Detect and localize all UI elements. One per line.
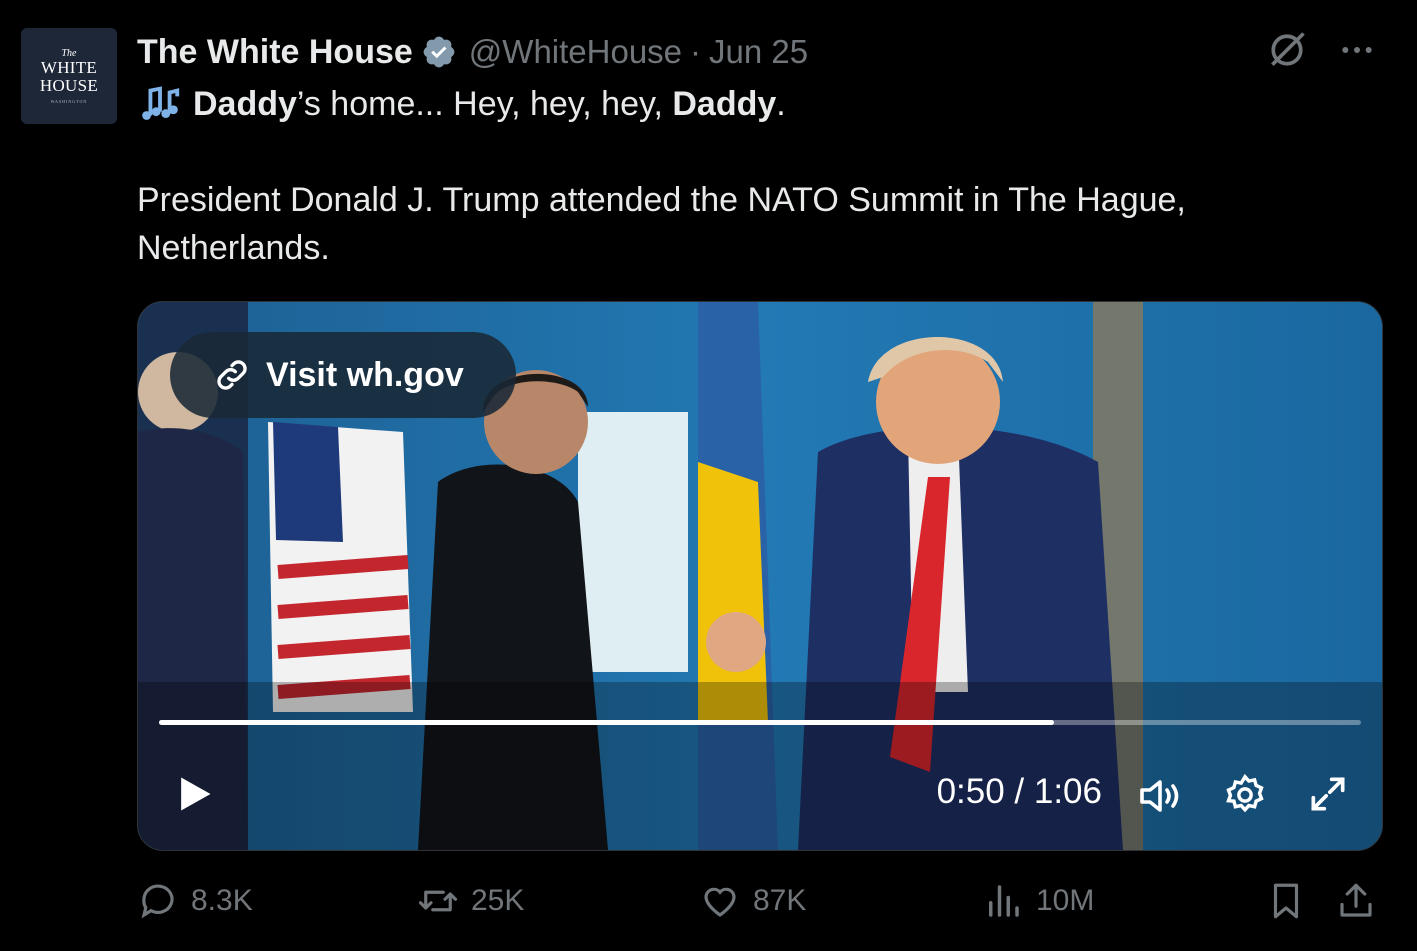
volume-icon[interactable] bbox=[1136, 772, 1184, 820]
link-icon bbox=[217, 360, 247, 390]
settings-gear-icon[interactable] bbox=[1222, 772, 1268, 818]
avatar-the: The bbox=[61, 47, 77, 59]
reply-count: 8.3K bbox=[191, 884, 253, 917]
tweet-bold-daddy-1: Daddy bbox=[193, 85, 297, 123]
verified-badge-icon[interactable] bbox=[421, 34, 457, 70]
tweet-top-actions bbox=[1265, 28, 1377, 72]
views-chart-icon bbox=[989, 885, 1019, 917]
grok-icon[interactable] bbox=[1265, 28, 1309, 72]
heart-icon bbox=[704, 887, 736, 917]
tweet-actions: 8.3K 25K 87K 10M bbox=[137, 880, 1381, 930]
reply-icon bbox=[141, 884, 174, 919]
bookmark-button[interactable] bbox=[1265, 880, 1307, 922]
tweet-line1-middle: ’s home... Hey, hey, hey, bbox=[296, 85, 673, 123]
author-name[interactable]: The White House bbox=[137, 33, 413, 72]
views-button[interactable]: 10M bbox=[982, 880, 1094, 922]
video-time: 0:50 / 1:06 bbox=[936, 772, 1102, 811]
video-player[interactable]: Visit wh.gov 0:50 / 1:06 bbox=[137, 301, 1383, 851]
avatar-house: HOUSE bbox=[39, 75, 99, 95]
visit-link-button[interactable]: Visit wh.gov bbox=[170, 332, 516, 418]
avatar[interactable]: The WHITE HOUSE WASHINGTON bbox=[21, 28, 117, 124]
tweet-text-line1: Daddy’s home... Hey, hey, hey, Daddy. bbox=[137, 80, 786, 128]
views-count: 10M bbox=[1036, 884, 1095, 917]
fullscreen-icon[interactable] bbox=[1306, 772, 1350, 816]
bookmark-icon bbox=[1273, 883, 1299, 919]
tweet-line1-end: . bbox=[776, 85, 786, 123]
visit-link-label: Visit wh.gov bbox=[266, 355, 464, 394]
author-handle[interactable]: @WhiteHouse bbox=[469, 33, 682, 71]
video-progress-bar[interactable] bbox=[159, 720, 1361, 725]
like-count: 87K bbox=[753, 884, 807, 917]
music-notes-icon bbox=[142, 86, 180, 120]
video-progress-fill bbox=[159, 720, 1055, 725]
retweet-count: 25K bbox=[471, 884, 525, 917]
avatar-white: WHITE bbox=[40, 57, 98, 77]
share-icon bbox=[1340, 883, 1372, 917]
avatar-washington: WASHINGTON bbox=[50, 98, 88, 104]
retweet-icon bbox=[418, 890, 458, 912]
play-icon[interactable] bbox=[172, 772, 216, 816]
retweet-button[interactable]: 25K bbox=[417, 880, 524, 922]
share-button[interactable] bbox=[1335, 880, 1377, 922]
like-button[interactable]: 87K bbox=[699, 880, 806, 922]
reply-button[interactable]: 8.3K bbox=[137, 880, 253, 922]
more-icon[interactable] bbox=[1337, 30, 1377, 70]
separator-dot: · bbox=[690, 33, 702, 70]
tweet-date[interactable]: Jun 25 bbox=[709, 33, 808, 71]
tweet-header: The White House @WhiteHouse · Jun 25 bbox=[137, 30, 808, 74]
tweet-body: President Donald J. Trump attended the N… bbox=[137, 181, 1186, 267]
tweet-bold-daddy-2: Daddy bbox=[672, 85, 777, 123]
